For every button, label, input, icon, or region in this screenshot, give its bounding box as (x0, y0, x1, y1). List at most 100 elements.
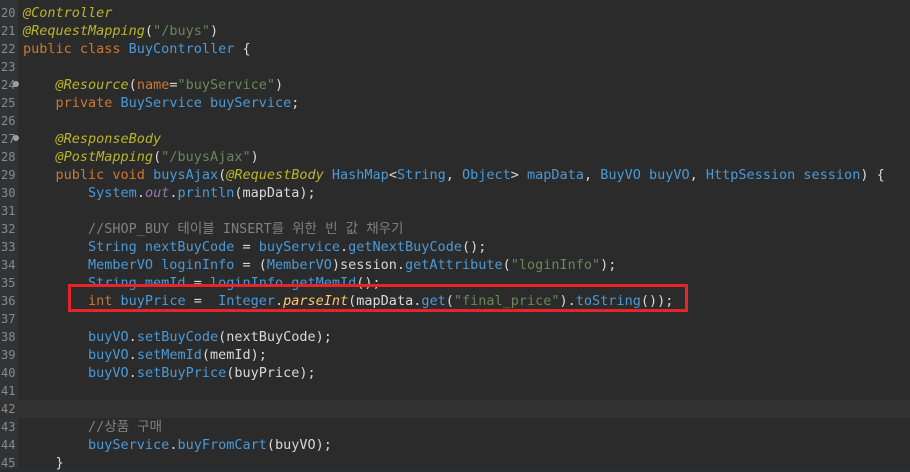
code-line[interactable]: 24 @Resource(name="buyService") (0, 76, 910, 94)
code-token: < (388, 167, 397, 183)
code-token: HttpSession session (705, 167, 861, 183)
code-line[interactable]: 45 } (0, 454, 910, 472)
code-token: ); (600, 257, 617, 273)
code-token: (); (461, 239, 487, 255)
code-token: )session. (331, 257, 406, 273)
code-token: buyService (88, 437, 170, 453)
code-editor[interactable]: 20 @Controller 21 @RequestMapping("/buys") 2… (0, 0, 910, 472)
code-token: buyFromCart (177, 437, 267, 453)
code-text: @ResponseBody (23, 130, 162, 148)
code-token: (buyVO); (266, 437, 332, 453)
code-line[interactable]: 44 buyService.buyFromCart(buyVO); (0, 436, 910, 454)
line-number: 28 (1, 150, 16, 164)
code-text: @Controller (23, 4, 112, 22)
code-line[interactable]: 40 buyVO.setBuyPrice(buyPrice); (0, 364, 910, 382)
code-text: } (23, 454, 64, 472)
code-line[interactable]: 20 @Controller (0, 4, 910, 22)
code-token: ; (291, 95, 300, 111)
code-line[interactable]: 29 public void buysAjax(@RequestBody Has… (0, 166, 910, 184)
code-token: . (340, 239, 349, 255)
code-token: = (234, 239, 259, 255)
code-token: buyVO (88, 347, 129, 363)
code-line[interactable]: 38 buyVO.setBuyCode(nextBuyCode); (0, 328, 910, 346)
code-token: "/buysAjax" (161, 149, 251, 165)
code-line[interactable]: 37 (0, 310, 910, 328)
code-text: MemberVO loginInfo = (MemberVO)session.g… (23, 256, 616, 274)
code-line[interactable]: 31 (0, 202, 910, 220)
code-token: , (445, 167, 462, 183)
code-token: (mapData); (234, 185, 316, 201)
code-token: MemberVO (266, 257, 332, 273)
code-token: String (396, 167, 446, 183)
code-line[interactable]: 39 buyVO.setMemId(memId); (0, 346, 910, 364)
code-token: @RequestBody (226, 167, 332, 183)
code-line[interactable]: 22 public class BuyController { (0, 40, 910, 58)
line-number: 36 (1, 294, 16, 308)
highlight-box (68, 284, 688, 312)
code-line[interactable]: 26 (0, 112, 910, 130)
code-line[interactable]: 42 (0, 400, 910, 418)
code-token: BuyService buyService (120, 95, 292, 111)
code-token: public class (23, 41, 129, 57)
code-token: name (136, 77, 170, 93)
code-token: setMemId (136, 347, 202, 363)
code-token: @PostMapping (55, 149, 154, 165)
code-text: buyVO.setMemId(memId); (23, 346, 267, 364)
code-token: buyVO (88, 365, 129, 381)
code-token: ) (250, 149, 259, 165)
code-token: "loginInfo" (510, 257, 601, 273)
code-token: //SHOP_BUY 테이블 INSERT를 위한 빈 값 채우기 (88, 221, 404, 237)
code-token: ) { (860, 167, 885, 183)
code-token: buyVO (88, 329, 129, 345)
fold-marker-icon[interactable] (13, 81, 19, 87)
line-number: 44 (1, 438, 16, 452)
code-line[interactable]: 30 System.out.println(mapData); (0, 184, 910, 202)
fold-marker-icon[interactable] (13, 135, 19, 141)
code-line[interactable]: 21 @RequestMapping("/buys") (0, 22, 910, 40)
code-line[interactable]: 33 String nextBuyCode = buyService.getNe… (0, 238, 910, 256)
code-token: BuyVO buyVO (600, 167, 690, 183)
code-line[interactable]: 32 //SHOP_BUY 테이블 INSERT를 위한 빈 값 채우기 (0, 220, 910, 238)
code-token: ( (153, 149, 162, 165)
code-text: @RequestMapping("/buys") (23, 22, 218, 40)
code-token: (nextBuyCode); (218, 329, 332, 345)
code-text: buyVO.setBuyPrice(buyPrice); (23, 364, 316, 382)
code-line[interactable]: 27 @ResponseBody (0, 130, 910, 148)
code-line[interactable]: 41 (0, 382, 910, 400)
code-text: String nextBuyCode = buyService.getNextB… (23, 238, 486, 256)
line-number: 37 (1, 312, 16, 326)
line-number: 26 (1, 114, 16, 128)
code-line[interactable]: 43 //상품 구매 (0, 418, 910, 436)
code-token: getNextBuyCode (348, 239, 462, 255)
code-text: @PostMapping("/buysAjax") (23, 148, 259, 166)
code-token: @Controller (23, 5, 113, 21)
code-line[interactable]: 28 @PostMapping("/buysAjax") (0, 148, 910, 166)
line-number: 33 (1, 240, 16, 254)
code-token: . (128, 365, 137, 381)
code-token: buyService (258, 239, 341, 255)
code-token: . (128, 347, 137, 363)
code-token: ( (218, 167, 227, 183)
line-number: 31 (1, 204, 16, 218)
line-number: 22 (1, 42, 16, 56)
code-line[interactable]: 34 MemberVO loginInfo = (MemberVO)sessio… (0, 256, 910, 274)
code-line[interactable]: 25 private BuyService buyService; (0, 94, 910, 112)
code-token: "/buys" (153, 23, 210, 39)
line-number: 25 (1, 96, 16, 110)
code-token: (memId); (201, 347, 267, 363)
code-token: { (234, 41, 251, 57)
code-line[interactable]: 23 (0, 58, 910, 76)
code-text: //상품 구매 (23, 418, 162, 436)
line-number: 32 (1, 222, 16, 236)
code-token: = ( (234, 257, 267, 273)
code-token: HashMap (331, 167, 389, 183)
